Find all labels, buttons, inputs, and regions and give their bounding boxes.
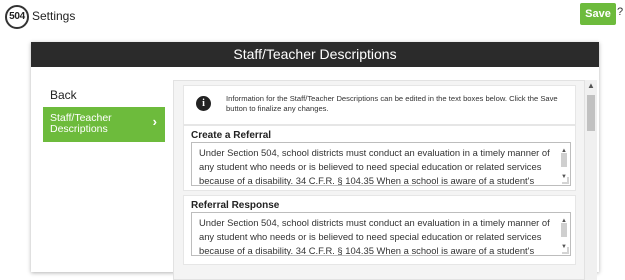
chevron-right-icon: ›	[152, 114, 157, 129]
save-button[interactable]: Save	[580, 3, 616, 25]
referral-response-textarea[interactable]: Under Section 504, school districts must…	[191, 212, 571, 256]
scroll-thumb[interactable]	[561, 223, 567, 237]
section-create-referral: Create a Referral Under Section 504, sch…	[183, 125, 576, 191]
sidebar-item-label: Staff/Teacher Descriptions	[50, 112, 112, 135]
app-logo: 504	[5, 5, 29, 29]
section-title: Create a Referral	[191, 130, 272, 141]
back-link[interactable]: Back	[50, 88, 77, 102]
content-scrollbar[interactable]: ▲	[585, 80, 597, 280]
scroll-up-icon[interactable]: ▲	[585, 80, 597, 92]
help-icon[interactable]: ?	[617, 6, 623, 18]
descriptions-modal: Staff/Teacher Descriptions Back Staff/Te…	[31, 42, 599, 280]
resize-handle-icon[interactable]	[562, 177, 569, 184]
scroll-thumb[interactable]	[587, 95, 595, 131]
info-icon: i	[196, 96, 211, 111]
top-bar: 504 Settings Save ?	[0, 0, 625, 30]
info-text: Information for the Staff/Teacher Descri…	[226, 94, 558, 113]
page-title: Settings	[32, 9, 76, 23]
section-title: Referral Response	[191, 200, 280, 211]
modal-title: Staff/Teacher Descriptions	[31, 42, 599, 67]
section-referral-response: Referral Response Under Section 504, sch…	[183, 195, 576, 265]
textarea-text: Under Section 504, school districts must…	[199, 217, 550, 256]
textarea-text: Under Section 504, school districts must…	[199, 147, 550, 186]
scroll-thumb[interactable]	[561, 153, 567, 167]
info-box: i Information for the Staff/Teacher Desc…	[183, 85, 576, 125]
sidebar-item-staff-teacher-descriptions[interactable]: Staff/Teacher Descriptions ›	[43, 107, 165, 142]
resize-handle-icon[interactable]	[562, 247, 569, 254]
create-referral-textarea[interactable]: Under Section 504, school districts must…	[191, 142, 571, 186]
